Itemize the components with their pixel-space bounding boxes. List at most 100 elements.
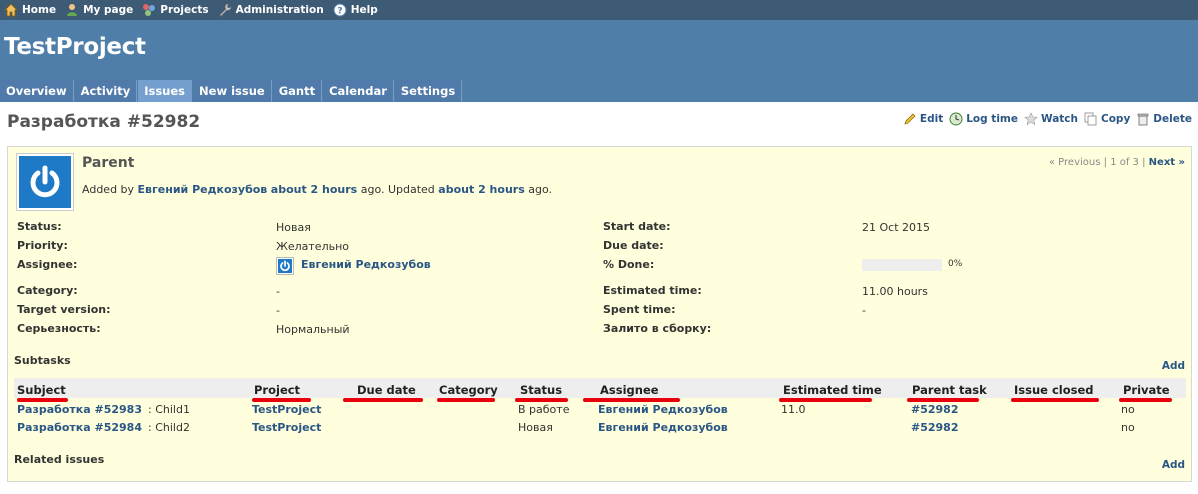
subtask-parent-link[interactable]: #52982 [911, 421, 959, 434]
clock-icon [949, 112, 963, 126]
log-time-button[interactable]: Log time [949, 112, 1018, 126]
annotation-underline [1011, 398, 1099, 402]
done-percent: 0% [948, 259, 963, 269]
nav-separator: | [1103, 157, 1107, 168]
copy-icon [1084, 112, 1097, 126]
start-date-label: Start date: [603, 220, 671, 233]
annotation-underline [17, 398, 68, 402]
top-menu-home-label: Home [22, 4, 57, 16]
tab-new-issue[interactable]: New issue [193, 80, 272, 102]
contextual-actions: Edit Log time Watch Copy Delete [897, 112, 1192, 126]
projects-icon [143, 4, 156, 16]
category-value: - [276, 285, 280, 298]
avatar [16, 153, 74, 211]
assignee-avatar [276, 257, 294, 275]
previous-link[interactable]: « Previous [1049, 157, 1101, 168]
updated-ago-link[interactable]: about 2 hours [438, 183, 524, 196]
top-menu-administration[interactable]: Administration [218, 3, 324, 17]
col-due-date[interactable]: Due date [357, 383, 416, 397]
added-ago-link[interactable]: about 2 hours [271, 183, 357, 196]
issue-subject: Parent [82, 155, 135, 171]
tab-gantt[interactable]: Gantt [272, 80, 323, 102]
top-menu-my-page-label: My page [83, 4, 134, 16]
subtask-estimated: 11.0 [781, 403, 806, 416]
build-label: Залито в сборку: [603, 322, 712, 335]
top-menu-help[interactable]: ? Help [333, 3, 378, 17]
subtask-parent-link[interactable]: #52982 [911, 403, 959, 416]
col-project[interactable]: Project [254, 383, 300, 397]
next-link[interactable]: Next » [1149, 157, 1185, 168]
log-time-label: Log time [966, 113, 1018, 125]
assignee-link[interactable]: Евгений Редкозубов [301, 258, 431, 271]
tab-overview[interactable]: Overview [0, 80, 74, 102]
issue-navigation: « Previous | 1 of 3 | Next » [1049, 157, 1185, 168]
target-version-label: Target version: [17, 303, 111, 316]
edit-button[interactable]: Edit [903, 112, 943, 126]
priority-value: Желательно [276, 240, 349, 253]
annotation-underline [1119, 398, 1172, 402]
due-date-label: Due date: [603, 239, 664, 252]
page-title: Разработка #52982 [7, 112, 201, 132]
main-menu: Overview Activity Issues New issue Gantt… [0, 80, 463, 102]
col-subject[interactable]: Subject [17, 383, 66, 397]
subtask-private: no [1121, 403, 1135, 416]
svg-text:?: ? [337, 7, 342, 17]
add-subtask-link[interactable]: Add [1162, 360, 1185, 372]
col-estimated-time[interactable]: Estimated time [783, 383, 882, 397]
author-link[interactable]: Евгений Редкозубов [138, 183, 268, 196]
subtask-link[interactable]: Разработка #52984 [17, 421, 142, 434]
tab-settings[interactable]: Settings [394, 80, 463, 102]
top-menu-home[interactable]: Home [4, 3, 56, 17]
subtask-private: no [1121, 421, 1135, 434]
header: TestProject Overview Activity Issues New… [0, 20, 1198, 102]
watch-button[interactable]: Watch [1024, 112, 1078, 126]
add-related-issue-link[interactable]: Add [1162, 459, 1185, 471]
col-status[interactable]: Status [520, 383, 562, 397]
annotation-underline [907, 398, 979, 402]
delete-button[interactable]: Delete [1136, 112, 1192, 126]
top-menu-my-page[interactable]: My page [65, 3, 133, 17]
edit-label: Edit [919, 113, 944, 125]
home-icon [4, 3, 18, 17]
done-progress-bar [862, 259, 942, 271]
wrench-icon [219, 3, 231, 17]
subtask-status: В работе [518, 403, 570, 416]
done-label: % Done: [603, 258, 655, 271]
status-value: Новая [276, 221, 311, 234]
project-title[interactable]: TestProject [4, 34, 146, 60]
watch-label: Watch [1041, 113, 1079, 125]
power-icon [280, 260, 290, 272]
annotation-underline [779, 398, 872, 402]
top-menu-projects[interactable]: Projects [142, 3, 209, 17]
col-category[interactable]: Category [439, 383, 498, 397]
col-parent-task[interactable]: Parent task [912, 383, 987, 397]
subtask-assignee-link[interactable]: Евгений Редкозубов [598, 403, 728, 416]
assignee-label: Assignee: [17, 258, 78, 271]
status-label: Status: [17, 220, 62, 233]
tab-activity[interactable]: Activity [74, 80, 138, 102]
subtask-link[interactable]: Разработка #52983 [17, 403, 142, 416]
subtasks-title: Subtasks [14, 354, 71, 367]
subtask-project-link[interactable]: TestProject [252, 403, 321, 416]
subtask-project-link[interactable]: TestProject [252, 421, 321, 434]
annotation-underline [343, 398, 423, 402]
top-menu-projects-label: Projects [160, 4, 209, 16]
copy-label: Copy [1101, 113, 1131, 125]
issue-author-line: Added by Евгений Редкозубов about 2 hour… [82, 183, 552, 196]
annotation-underline [252, 398, 311, 402]
tab-calendar[interactable]: Calendar [323, 80, 394, 102]
content: Разработка #52982 Edit Log time Watch Co… [0, 102, 1198, 494]
subtask-subject: : Child1 [148, 403, 190, 416]
author-prefix: Added by [82, 183, 135, 196]
copy-button[interactable]: Copy [1084, 112, 1130, 126]
spent-time-value: - [862, 304, 866, 317]
user-icon [67, 4, 78, 16]
trash-icon [1137, 113, 1149, 126]
col-private[interactable]: Private [1123, 383, 1170, 397]
top-menu-help-label: Help [350, 4, 378, 16]
severity-label: Серьезность: [17, 322, 101, 335]
tab-issues[interactable]: Issues [138, 80, 193, 102]
subtask-assignee-link[interactable]: Евгений Редкозубов [598, 421, 728, 434]
col-issue-closed[interactable]: Issue closed [1014, 383, 1094, 397]
col-assignee[interactable]: Assignee [600, 383, 659, 397]
